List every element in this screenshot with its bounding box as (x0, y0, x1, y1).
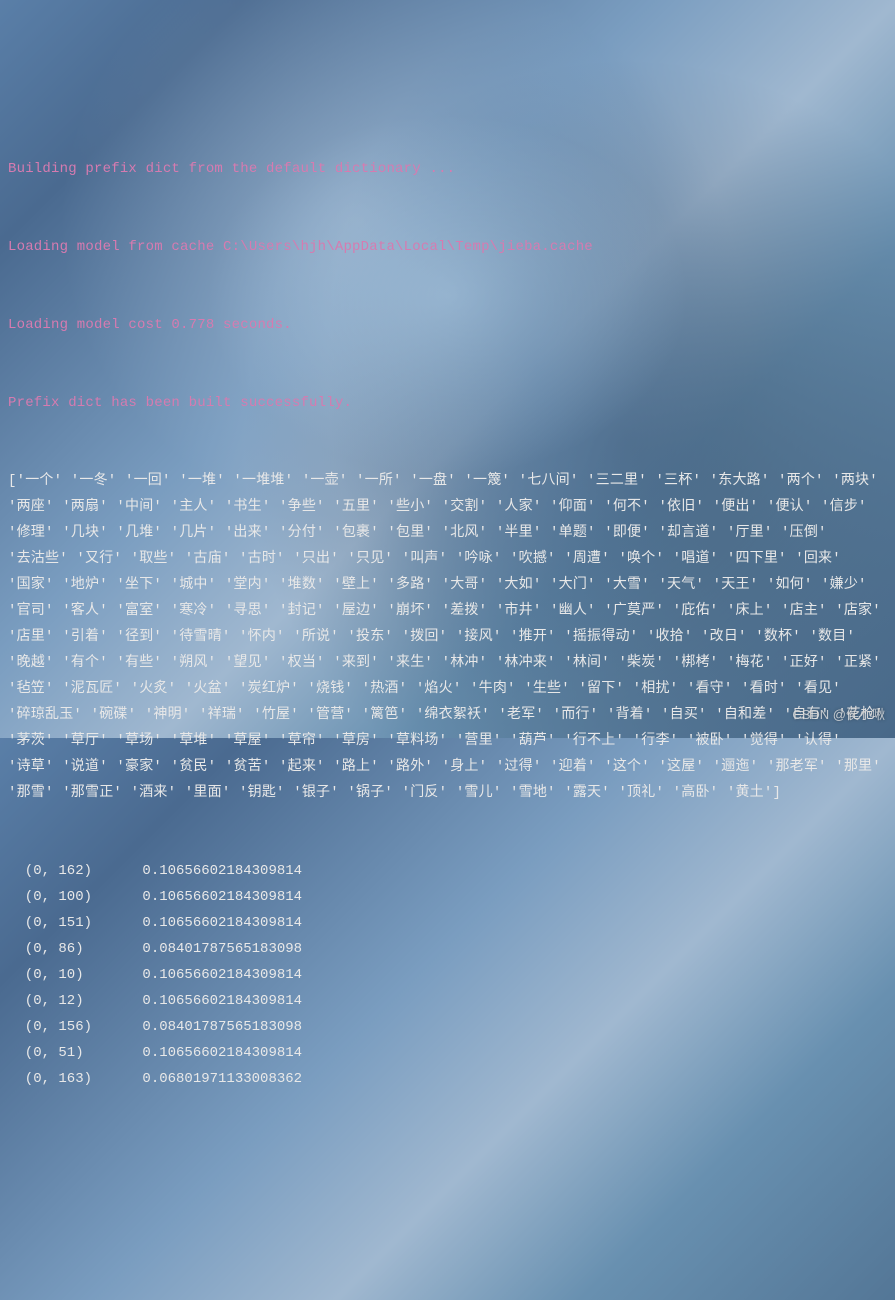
log-line-building: Building prefix dict from the default di… (8, 156, 887, 182)
log-line-built: Prefix dict has been built successfully. (8, 390, 887, 416)
matrix-row: (0, 12) 0.10656602184309814 (8, 988, 887, 1014)
matrix-row: (0, 100) 0.10656602184309814 (8, 884, 887, 910)
log-line-cache: Loading model from cache C:\Users\hjh\Ap… (8, 234, 887, 260)
matrix-row: (0, 162) 0.10656602184309814 (8, 858, 887, 884)
matrix-row: (0, 163) 0.06801971133008362 (8, 1066, 887, 1092)
matrix-row: (0, 151) 0.10656602184309814 (8, 910, 887, 936)
watermark: CSDN @侯小啾 (792, 702, 885, 728)
token-array-output: ['一个' '一冬' '一回' '一堆' '一堆堆' '一壶' '一所' '一盘… (8, 468, 887, 806)
matrix-row: (0, 156) 0.08401787565183098 (8, 1014, 887, 1040)
terminal-output: Building prefix dict from the default di… (0, 104, 895, 1118)
sparse-matrix-output: (0, 162) 0.10656602184309814 (0, 100) 0.… (8, 858, 887, 1092)
matrix-row: (0, 86) 0.08401787565183098 (8, 936, 887, 962)
matrix-row: (0, 10) 0.10656602184309814 (8, 962, 887, 988)
matrix-row: (0, 51) 0.10656602184309814 (8, 1040, 887, 1066)
log-line-cost: Loading model cost 0.778 seconds. (8, 312, 887, 338)
